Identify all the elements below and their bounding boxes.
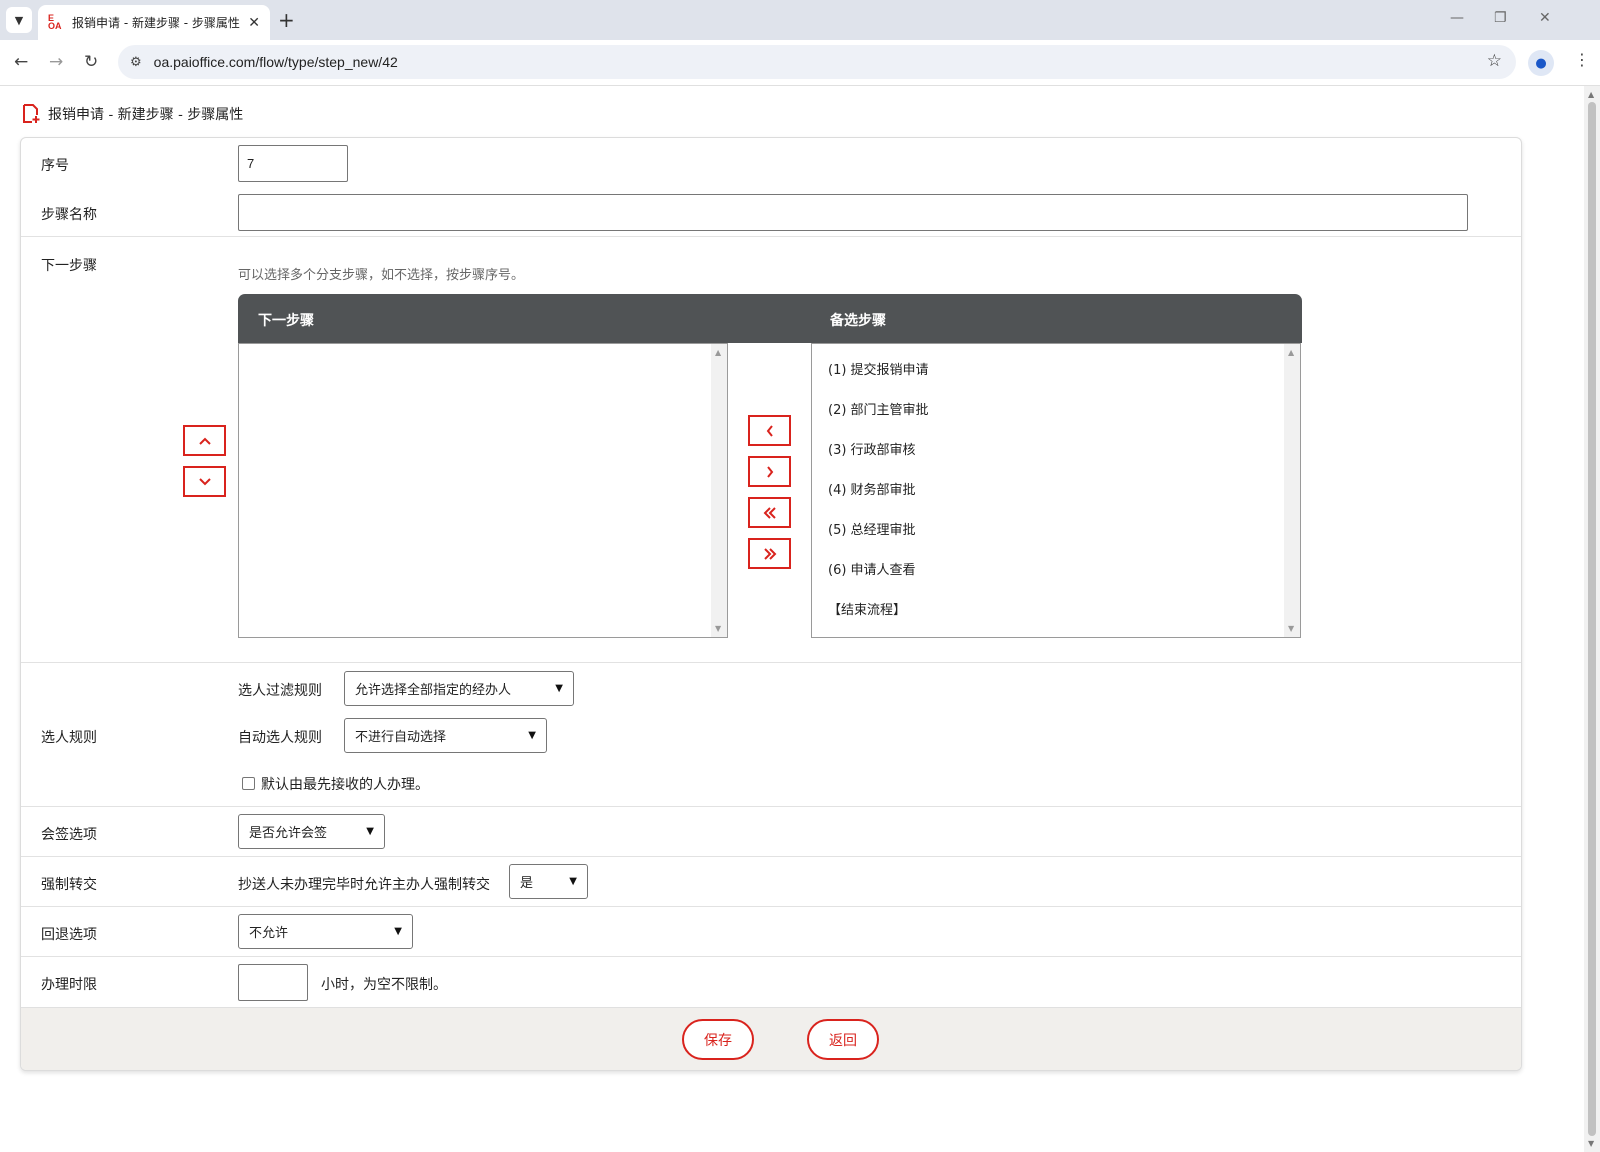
step-form-panel: 序号 7 步骤名称 下一步骤 可以选择多个分支步骤，如不选择，按步骤序号。 下一… [20,137,1522,1071]
tab-strip: ▼ E OA 报销申请 - 新建步骤 - 步骤属性 ✕ + — ❐ ✕ [0,0,1600,40]
step-name-label: 步骤名称 [41,207,97,223]
double-chevron-right-icon [763,547,776,560]
scroll-up-icon[interactable]: ▲ [1288,348,1294,357]
dropdown-caret-icon: ▼ [366,826,374,837]
scroll-up-icon[interactable]: ▲ [715,348,721,357]
available-step-option[interactable]: (5) 总经理审批 [828,519,916,538]
time-limit-input[interactable] [238,964,308,1001]
move-down-button[interactable] [183,466,226,497]
forward-arrow-icon[interactable]: → [49,52,63,72]
page-content: 报销申请 - 新建步骤 - 步骤属性 序号 7 步骤名称 下一步骤 可以选择多个… [0,86,1584,1152]
restore-icon[interactable]: ❐ [1494,10,1507,26]
double-chevron-left-icon [763,506,776,519]
profile-avatar-icon[interactable]: ● [1528,50,1554,76]
scroll-up-icon[interactable]: ▲ [1588,90,1594,99]
url-text[interactable]: oa.paioffice.com/flow/type/step_new/42 [154,54,398,70]
dropdown-caret-icon: ▼ [569,876,577,887]
divider [21,906,1521,907]
available-steps-header: 备选步骤 [830,313,886,329]
remove-step-button[interactable] [748,456,791,487]
save-button[interactable]: 保存 [682,1019,754,1060]
page-scrollbar[interactable]: ▲ ▼ [1584,86,1600,1152]
chevron-left-icon [766,424,773,437]
step-name-input[interactable] [238,194,1468,231]
available-step-option[interactable]: (3) 行政部审核 [828,439,916,458]
chevron-down-icon: ▼ [14,13,24,27]
countersign-select[interactable]: 是否允许会签 ▼ [238,814,385,849]
next-step-label: 下一步骤 [41,258,97,274]
time-limit-label: 办理时限 [41,977,97,993]
tab-search-button[interactable]: ▼ [6,7,32,33]
sequence-label: 序号 [41,158,69,174]
browser-tab[interactable]: E OA 报销申请 - 新建步骤 - 步骤属性 ✕ [38,5,270,40]
dropdown-caret-icon: ▼ [555,683,563,694]
divider [21,806,1521,807]
auto-rule-select[interactable]: 不进行自动选择 ▼ [344,718,547,753]
first-receiver-checkbox[interactable] [242,777,255,790]
address-bar[interactable]: ⚙ oa.paioffice.com/flow/type/step_new/42… [118,45,1516,79]
tab-title: 报销申请 - 新建步骤 - 步骤属性 [72,16,240,30]
available-step-option[interactable]: (1) 提交报销申请 [828,359,929,378]
divider [21,236,1521,237]
browser-toolbar: ← → ↻ ⚙ oa.paioffice.com/flow/type/step_… [0,40,1600,86]
divider [21,956,1521,957]
chevron-down-icon [198,477,211,485]
selected-steps-list[interactable]: ▲ ▼ [238,343,728,638]
dropdown-caret-icon: ▼ [528,730,536,741]
chevron-up-icon [198,437,211,445]
first-receiver-label: 默认由最先接收的人办理。 [261,777,429,793]
scroll-down-icon[interactable]: ▼ [715,624,721,633]
page-title: 报销申请 - 新建步骤 - 步骤属性 [22,104,243,124]
close-icon[interactable]: ✕ [248,15,260,31]
back-arrow-icon[interactable]: ← [14,52,28,72]
scroll-down-icon[interactable]: ▼ [1588,1139,1594,1148]
step-picker-header: 下一步骤 备选步骤 [238,294,1302,343]
more-menu-icon[interactable]: ⋮ [1574,50,1590,69]
new-tab-button[interactable]: + [278,8,295,32]
force-transfer-label: 强制转交 [41,877,97,893]
scrollbar[interactable]: ▲ ▼ [711,344,727,637]
page-title-text: 报销申请 - 新建步骤 - 步骤属性 [48,107,244,123]
scrollbar-thumb[interactable] [1588,102,1596,1136]
filter-rule-select[interactable]: 允许选择全部指定的经办人 ▼ [344,671,574,706]
available-steps-list[interactable]: (1) 提交报销申请 (2) 部门主管审批 (3) 行政部审核 (4) 财务部审… [811,343,1301,638]
available-step-option[interactable]: (6) 申请人查看 [828,559,916,578]
new-document-icon [23,104,40,123]
selection-rules-label: 选人规则 [41,730,97,746]
scrollbar[interactable]: ▲ ▼ [1284,344,1300,637]
rollback-select[interactable]: 不允许 ▼ [238,914,413,949]
window-close-icon[interactable]: ✕ [1539,10,1551,26]
chevron-right-icon [766,465,773,478]
selected-steps-header: 下一步骤 [258,313,314,329]
sequence-input[interactable]: 7 [238,145,348,182]
divider [21,856,1521,857]
available-step-option[interactable]: (4) 财务部审批 [828,479,916,498]
back-button[interactable]: 返回 [807,1019,879,1060]
dropdown-caret-icon: ▼ [394,926,402,937]
auto-rule-label: 自动选人规则 [238,730,322,746]
filter-rule-label: 选人过滤规则 [238,683,322,699]
force-transfer-description: 抄送人未办理完毕时允许主办人强制转交 [238,877,490,893]
add-all-steps-button[interactable] [748,497,791,528]
available-step-option[interactable]: (2) 部门主管审批 [828,399,929,418]
scroll-down-icon[interactable]: ▼ [1288,624,1294,633]
minimize-icon[interactable]: — [1450,10,1464,26]
divider [21,662,1521,663]
move-up-button[interactable] [183,425,226,456]
reload-icon[interactable]: ↻ [84,52,98,72]
site-settings-icon[interactable]: ⚙ [130,55,142,70]
rollback-label: 回退选项 [41,927,97,943]
time-limit-suffix: 小时，为空不限制。 [321,977,447,993]
countersign-label: 会签选项 [41,827,97,843]
add-step-button[interactable] [748,415,791,446]
form-actions-bar: 保存 返回 [21,1007,1521,1070]
next-step-hint: 可以选择多个分支步骤，如不选择，按步骤序号。 [238,268,525,283]
favicon: E OA [48,12,62,31]
bookmark-star-icon[interactable]: ☆ [1487,51,1502,71]
force-transfer-select[interactable]: 是 ▼ [509,864,588,899]
remove-all-steps-button[interactable] [748,538,791,569]
available-step-option[interactable]: 【结束流程】 [828,599,906,618]
